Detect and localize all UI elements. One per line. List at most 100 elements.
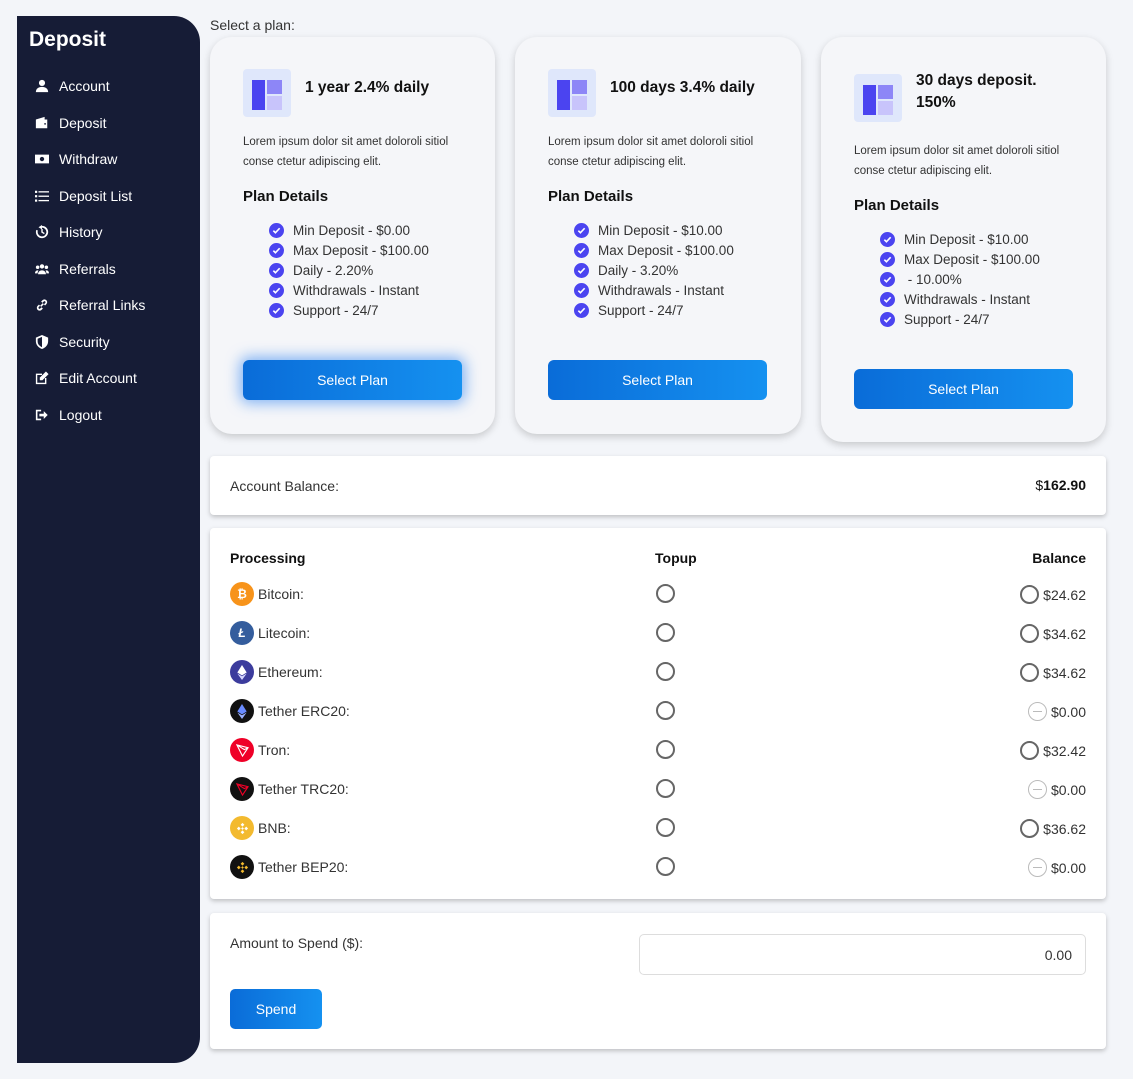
plan-feature: Support - 24/7 [574, 300, 734, 320]
sidebar-nav: Account Deposit Withdraw Deposit List Hi… [35, 68, 195, 433]
sidebar-item-referrals[interactable]: Referrals [35, 251, 195, 288]
check-circle-icon [880, 271, 895, 287]
check-circle-icon [880, 311, 895, 327]
plan-feature: Daily - 2.20% [269, 260, 429, 280]
check-circle-icon [880, 231, 895, 247]
plan-logo [854, 74, 902, 122]
sidebar-item-label: Account [59, 78, 110, 95]
select-plan-button[interactable]: Select Plan [243, 360, 462, 400]
link-icon [35, 298, 59, 312]
sidebar-item-label: Logout [59, 406, 102, 423]
coin-name: Tron: [258, 742, 291, 758]
balance-radio-disabled [1027, 780, 1047, 799]
processing-row-litecoin: Ł Litecoin: $34.62 [210, 615, 1106, 654]
balance-radio[interactable] [1020, 741, 1040, 760]
logout-icon [35, 408, 59, 422]
balance-option[interactable]: $34.62 [1020, 663, 1086, 682]
amount-to-spend-label: Amount to Spend ($): [230, 935, 364, 951]
sidebar-item-referral-links[interactable]: Referral Links [35, 287, 195, 324]
plan-feature: Withdrawals - Instant [574, 280, 734, 300]
balance-radio[interactable] [1020, 624, 1040, 643]
plan-logo [548, 69, 596, 117]
plan-card-3: 30 days deposit. 150% Lorem ipsum dolor … [821, 37, 1106, 442]
coin-name: Bitcoin: [258, 586, 304, 602]
sidebar-item-withdraw[interactable]: Withdraw [35, 141, 195, 178]
sidebar-item-label: Withdraw [59, 151, 118, 168]
plan-description: Lorem ipsum dolor sit amet doloroli siti… [854, 145, 1060, 177]
balance-option[interactable]: $32.42 [1020, 741, 1086, 760]
coin-name: Tether TRC20: [258, 781, 349, 797]
wallet-icon [35, 116, 59, 130]
balance-option: $0.00 [1027, 780, 1086, 799]
sidebar-item-label: Deposit List [59, 187, 133, 204]
balance-option: $0.00 [1027, 702, 1086, 721]
plan-feature: Withdrawals - Instant [269, 280, 429, 300]
balance-radio[interactable] [1020, 663, 1040, 682]
topup-radio[interactable] [656, 701, 675, 720]
topup-radio[interactable] [656, 818, 675, 837]
check-circle-icon [574, 262, 589, 278]
topup-header: Topup [655, 550, 697, 566]
sidebar: Deposit Account Deposit Withdraw Deposit… [17, 16, 200, 1063]
user-icon [35, 79, 59, 93]
check-circle-icon [269, 302, 284, 318]
select-plan-button[interactable]: Select Plan [548, 360, 767, 400]
ethereum-icon [230, 660, 254, 684]
balance-radio[interactable] [1020, 819, 1040, 838]
balance-radio[interactable] [1020, 585, 1040, 604]
coin-name: BNB: [258, 820, 291, 836]
balance-radio-disabled [1027, 702, 1047, 721]
topup-radio[interactable] [656, 857, 675, 876]
processing-header: Processing [230, 550, 306, 566]
sidebar-item-label: Referrals [59, 260, 116, 277]
sidebar-item-label: History [59, 224, 103, 241]
plan-feature: Min Deposit - $10.00 [574, 220, 734, 240]
check-circle-icon [269, 242, 284, 258]
processing-panel: Processing Topup Balance ₿ Bitcoin: $24.… [210, 528, 1106, 899]
sidebar-item-deposit-list[interactable]: Deposit List [35, 178, 195, 215]
sidebar-item-label: Referral Links [59, 297, 146, 314]
spend-button[interactable]: Spend [230, 989, 322, 1029]
topup-radio[interactable] [656, 740, 675, 759]
plan-features: Min Deposit - $10.00 Max Deposit - $100.… [574, 220, 734, 320]
balance-option[interactable]: $24.62 [1020, 585, 1086, 604]
balance-radio-disabled [1027, 858, 1047, 877]
check-circle-icon [574, 282, 589, 298]
processing-row-tron: Tron: $32.42 [210, 732, 1106, 771]
coin-name: Ethereum: [258, 664, 323, 680]
check-circle-icon [574, 242, 589, 258]
topup-radio[interactable] [656, 584, 675, 603]
plan-logo [243, 69, 291, 117]
balance-option[interactable]: $36.62 [1020, 819, 1086, 838]
sidebar-item-label: Edit Account [59, 370, 137, 387]
sidebar-item-logout[interactable]: Logout [35, 397, 195, 434]
tether-bep20-icon [230, 855, 254, 879]
plan-feature: Min Deposit - $10.00 [880, 229, 1040, 249]
sidebar-item-account[interactable]: Account [35, 68, 195, 105]
balance-option[interactable]: $34.62 [1020, 624, 1086, 643]
amount-to-spend-input[interactable] [639, 934, 1086, 975]
plan-feature: - 10.00% [880, 269, 1040, 289]
coin-name: Tether ERC20: [258, 703, 350, 719]
sidebar-item-deposit[interactable]: Deposit [35, 105, 195, 142]
plan-title: 1 year 2.4% daily [305, 79, 430, 96]
plan-feature: Max Deposit - $100.00 [880, 249, 1040, 269]
list-icon [35, 189, 59, 203]
processing-row-tether-erc20: Tether ERC20: $0.00 [210, 693, 1106, 732]
processing-row-tether-trc20: Tether TRC20: $0.00 [210, 771, 1106, 810]
litecoin-icon: Ł [230, 621, 254, 645]
check-circle-icon [269, 262, 284, 278]
sidebar-item-edit-account[interactable]: Edit Account [35, 360, 195, 397]
history-icon [35, 225, 59, 239]
select-plan-label: Select a plan: [210, 17, 295, 33]
users-icon [35, 262, 59, 276]
bitcoin-icon: ₿ [230, 582, 254, 606]
topup-radio[interactable] [656, 623, 675, 642]
select-plan-button[interactable]: Select Plan [854, 369, 1073, 409]
sidebar-item-security[interactable]: Security [35, 324, 195, 361]
topup-radio[interactable] [656, 662, 675, 681]
topup-radio[interactable] [656, 779, 675, 798]
plan-feature: Support - 24/7 [880, 309, 1040, 329]
account-balance-panel: Account Balance: $162.90 [210, 456, 1106, 515]
sidebar-item-history[interactable]: History [35, 214, 195, 251]
